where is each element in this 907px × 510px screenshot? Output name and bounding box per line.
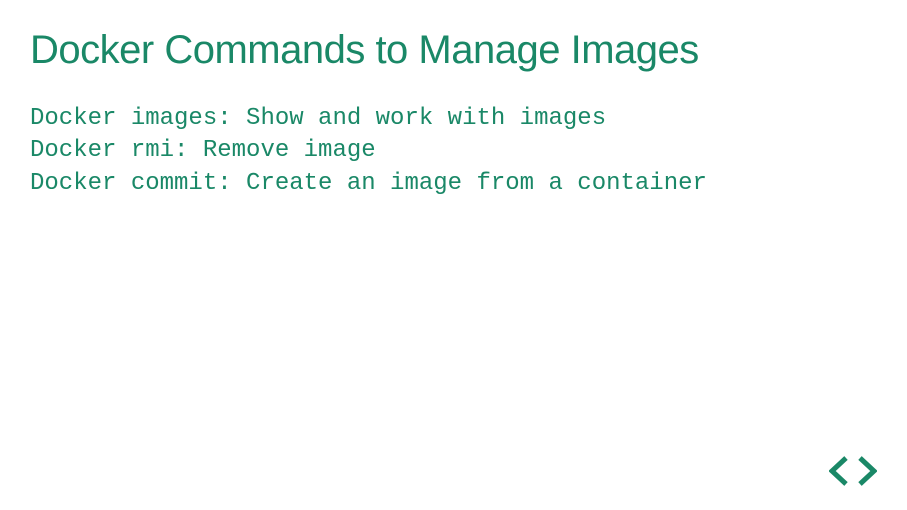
command-line: Docker commit: Create an image from a co… (30, 168, 877, 200)
command-line: Docker rmi: Remove image (30, 135, 877, 167)
command-line: Docker images: Show and work with images (30, 103, 877, 135)
command-list: Docker images: Show and work with images… (30, 103, 877, 200)
slide-title: Docker Commands to Manage Images (30, 28, 877, 73)
slide: Docker Commands to Manage Images Docker … (0, 0, 907, 510)
code-bracket-icon (829, 456, 877, 486)
